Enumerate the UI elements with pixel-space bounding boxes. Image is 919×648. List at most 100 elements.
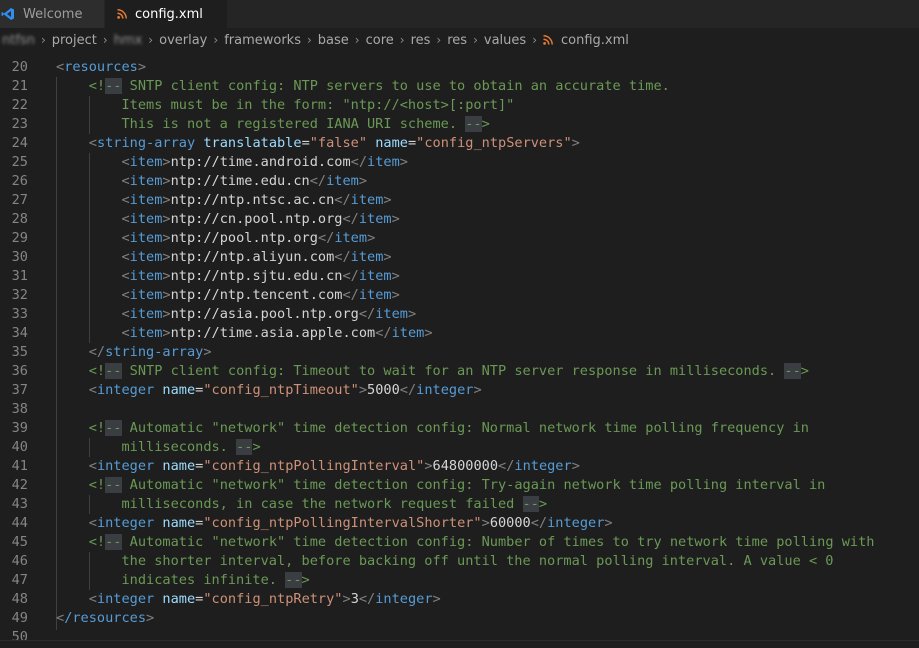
code-token: item (367, 154, 400, 170)
line-number: 29 (11, 230, 28, 246)
code-line[interactable]: 36 <!-- SNTP client config: Timeout to w… (0, 362, 919, 381)
chevron-right-icon: › (532, 33, 537, 47)
breadcrumb-item-res[interactable]: res (411, 33, 431, 48)
code-line[interactable]: 31 <item>ntp://ntp.sjtu.edu.cn</item> (0, 267, 919, 286)
breadcrumb-item-config-xml[interactable]: config.xml (561, 33, 629, 48)
line-number: 33 (11, 306, 28, 322)
chevron-right-icon: › (40, 33, 46, 47)
breadcrumb-item-core[interactable]: core (366, 33, 394, 48)
code-line[interactable]: 34 <item>ntp://time.asia.apple.com</item… (0, 324, 919, 343)
code-line[interactable]: 22 Items must be in the form: "ntp://<ho… (0, 96, 919, 115)
line-number: 27 (11, 192, 28, 208)
code-token: </ (350, 154, 368, 170)
code-token: name (162, 591, 196, 607)
code-editor[interactable]: 1920<resources>21 <!-- SNTP client confi… (0, 52, 919, 640)
code-line[interactable]: 21 <!-- SNTP client config: NTP servers … (0, 77, 919, 96)
code-token: -- (285, 572, 302, 588)
breadcrumb-item-obscured[interactable]: hmx (114, 33, 143, 48)
code-line[interactable]: 43 milliseconds, in case the network req… (0, 495, 919, 514)
breadcrumb-item-project[interactable]: project (52, 33, 97, 48)
code-token: > (391, 268, 400, 284)
code-token: ntp://ntp.ntsc.ac.cn (170, 192, 335, 208)
code-line[interactable]: 46 the shorter interval, before backing … (0, 552, 919, 571)
vscode-icon (1, 7, 15, 21)
code-token: < (88, 458, 97, 474)
rss-icon (543, 35, 553, 45)
breadcrumb-item-overlay[interactable]: overlay (159, 33, 207, 48)
code-token: > (162, 287, 171, 303)
tab-config-xml[interactable]: config.xml (105, 0, 227, 28)
breadcrumb-item-frameworks[interactable]: frameworks (224, 33, 301, 48)
code-line[interactable]: 48 <integer name="config_ntpRetry">3</in… (0, 590, 919, 609)
code-line[interactable]: 35 </string-array> (0, 343, 919, 362)
code-line[interactable]: 24 <string-array translatable="false" na… (0, 134, 919, 153)
code-line[interactable]: 23 This is not a registered IANA URI sch… (0, 115, 919, 134)
line-code: <!-- Automatic "network" time detection … (56, 476, 825, 495)
code-line[interactable]: 44 <integer name="config_ntpPollingInter… (0, 514, 919, 533)
code-line[interactable]: 47 indicates infinite. --> (0, 571, 919, 590)
code-token: < (88, 515, 97, 531)
code-line[interactable]: 49 </resources> (0, 609, 919, 628)
code-token: > (203, 344, 212, 360)
code-token: ntp://time.android.com (170, 154, 351, 170)
line-number: 25 (11, 154, 28, 170)
breadcrumb-item-obscured[interactable]: ntfsn (2, 33, 35, 48)
code-token: < (121, 268, 130, 284)
code-token: < (121, 287, 130, 303)
code-token: -- (465, 116, 482, 132)
line-code: <string-array translatable="false" name=… (56, 134, 580, 153)
line-number: 47 (11, 572, 28, 588)
code-line[interactable]: 25 <item>ntp://time.android.com</item> (0, 153, 919, 172)
code-token: > (407, 306, 417, 322)
chevron-right-icon: › (148, 33, 154, 47)
breadcrumb-item-base[interactable]: base (318, 33, 349, 48)
code-token: </ (375, 325, 392, 341)
code-token: > (800, 363, 809, 379)
line-number: 28 (11, 211, 28, 227)
line-code: <integer name="config_ntpPollingInterval… (56, 514, 613, 533)
code-line[interactable]: 26 <item>ntp://time.edu.cn</item> (0, 172, 919, 191)
breadcrumb-item-res[interactable]: res (447, 33, 467, 48)
code-token: milliseconds. (56, 439, 237, 455)
chevron-right-icon: › (436, 33, 442, 47)
tab-welcome[interactable]: Welcome (0, 0, 104, 28)
line-number: 20 (11, 59, 28, 75)
code-line[interactable]: 42 <!-- Automatic "network" time detecti… (0, 476, 919, 495)
code-line[interactable]: 28 <item>ntp://cn.pool.ntp.org</item> (0, 210, 919, 229)
line-number: 26 (11, 173, 28, 189)
code-token: </ (334, 249, 351, 265)
code-line[interactable]: 27 <item>ntp://ntp.ntsc.ac.cn</item> (0, 191, 919, 210)
code-token: Automatic "network" time detection confi… (121, 534, 875, 550)
code-line[interactable]: 32 <item>ntp://ntp.tencent.com</item> (0, 286, 919, 305)
code-line[interactable]: 20 <resources> (0, 58, 919, 77)
code-token: > (162, 173, 171, 189)
code-line[interactable]: 45 <!-- Automatic "network" time detecti… (0, 533, 919, 552)
code-token: ntp://ntp.tencent.com (170, 287, 343, 303)
code-line[interactable]: 33 <item>ntp://asia.pool.ntp.org</item> (0, 305, 919, 324)
code-token: "config_ntpPollingInterval" (203, 458, 425, 474)
code-token: </ (498, 458, 515, 474)
line-number: 22 (11, 97, 28, 113)
chevron-right-icon: › (354, 33, 360, 47)
code-token: name (162, 382, 196, 398)
code-line[interactable]: 38 (0, 400, 919, 419)
code-token: > (383, 249, 392, 265)
code-line[interactable]: 41 <integer name="config_ntpPollingInter… (0, 457, 919, 476)
breadcrumb-item-values[interactable]: values (484, 33, 526, 48)
code-token: </ (342, 211, 359, 227)
code-line[interactable]: 37 <integer name="config_ntpTimeout">500… (0, 381, 919, 400)
code-token: </ (358, 591, 376, 607)
code-token: item (391, 325, 425, 341)
code-line[interactable]: 30 <item>ntp://ntp.aliyun.com</item> (0, 248, 919, 267)
code-token: integer (547, 515, 605, 531)
code-token: > (604, 515, 613, 531)
code-line[interactable]: 39 <!-- Automatic "network" time detecti… (0, 419, 919, 438)
code-line[interactable]: 40 milliseconds. --> (0, 438, 919, 457)
code-line[interactable]: 50 (0, 628, 919, 640)
code-line[interactable]: 29 <item>ntp://pool.ntp.org</item> (0, 229, 919, 248)
